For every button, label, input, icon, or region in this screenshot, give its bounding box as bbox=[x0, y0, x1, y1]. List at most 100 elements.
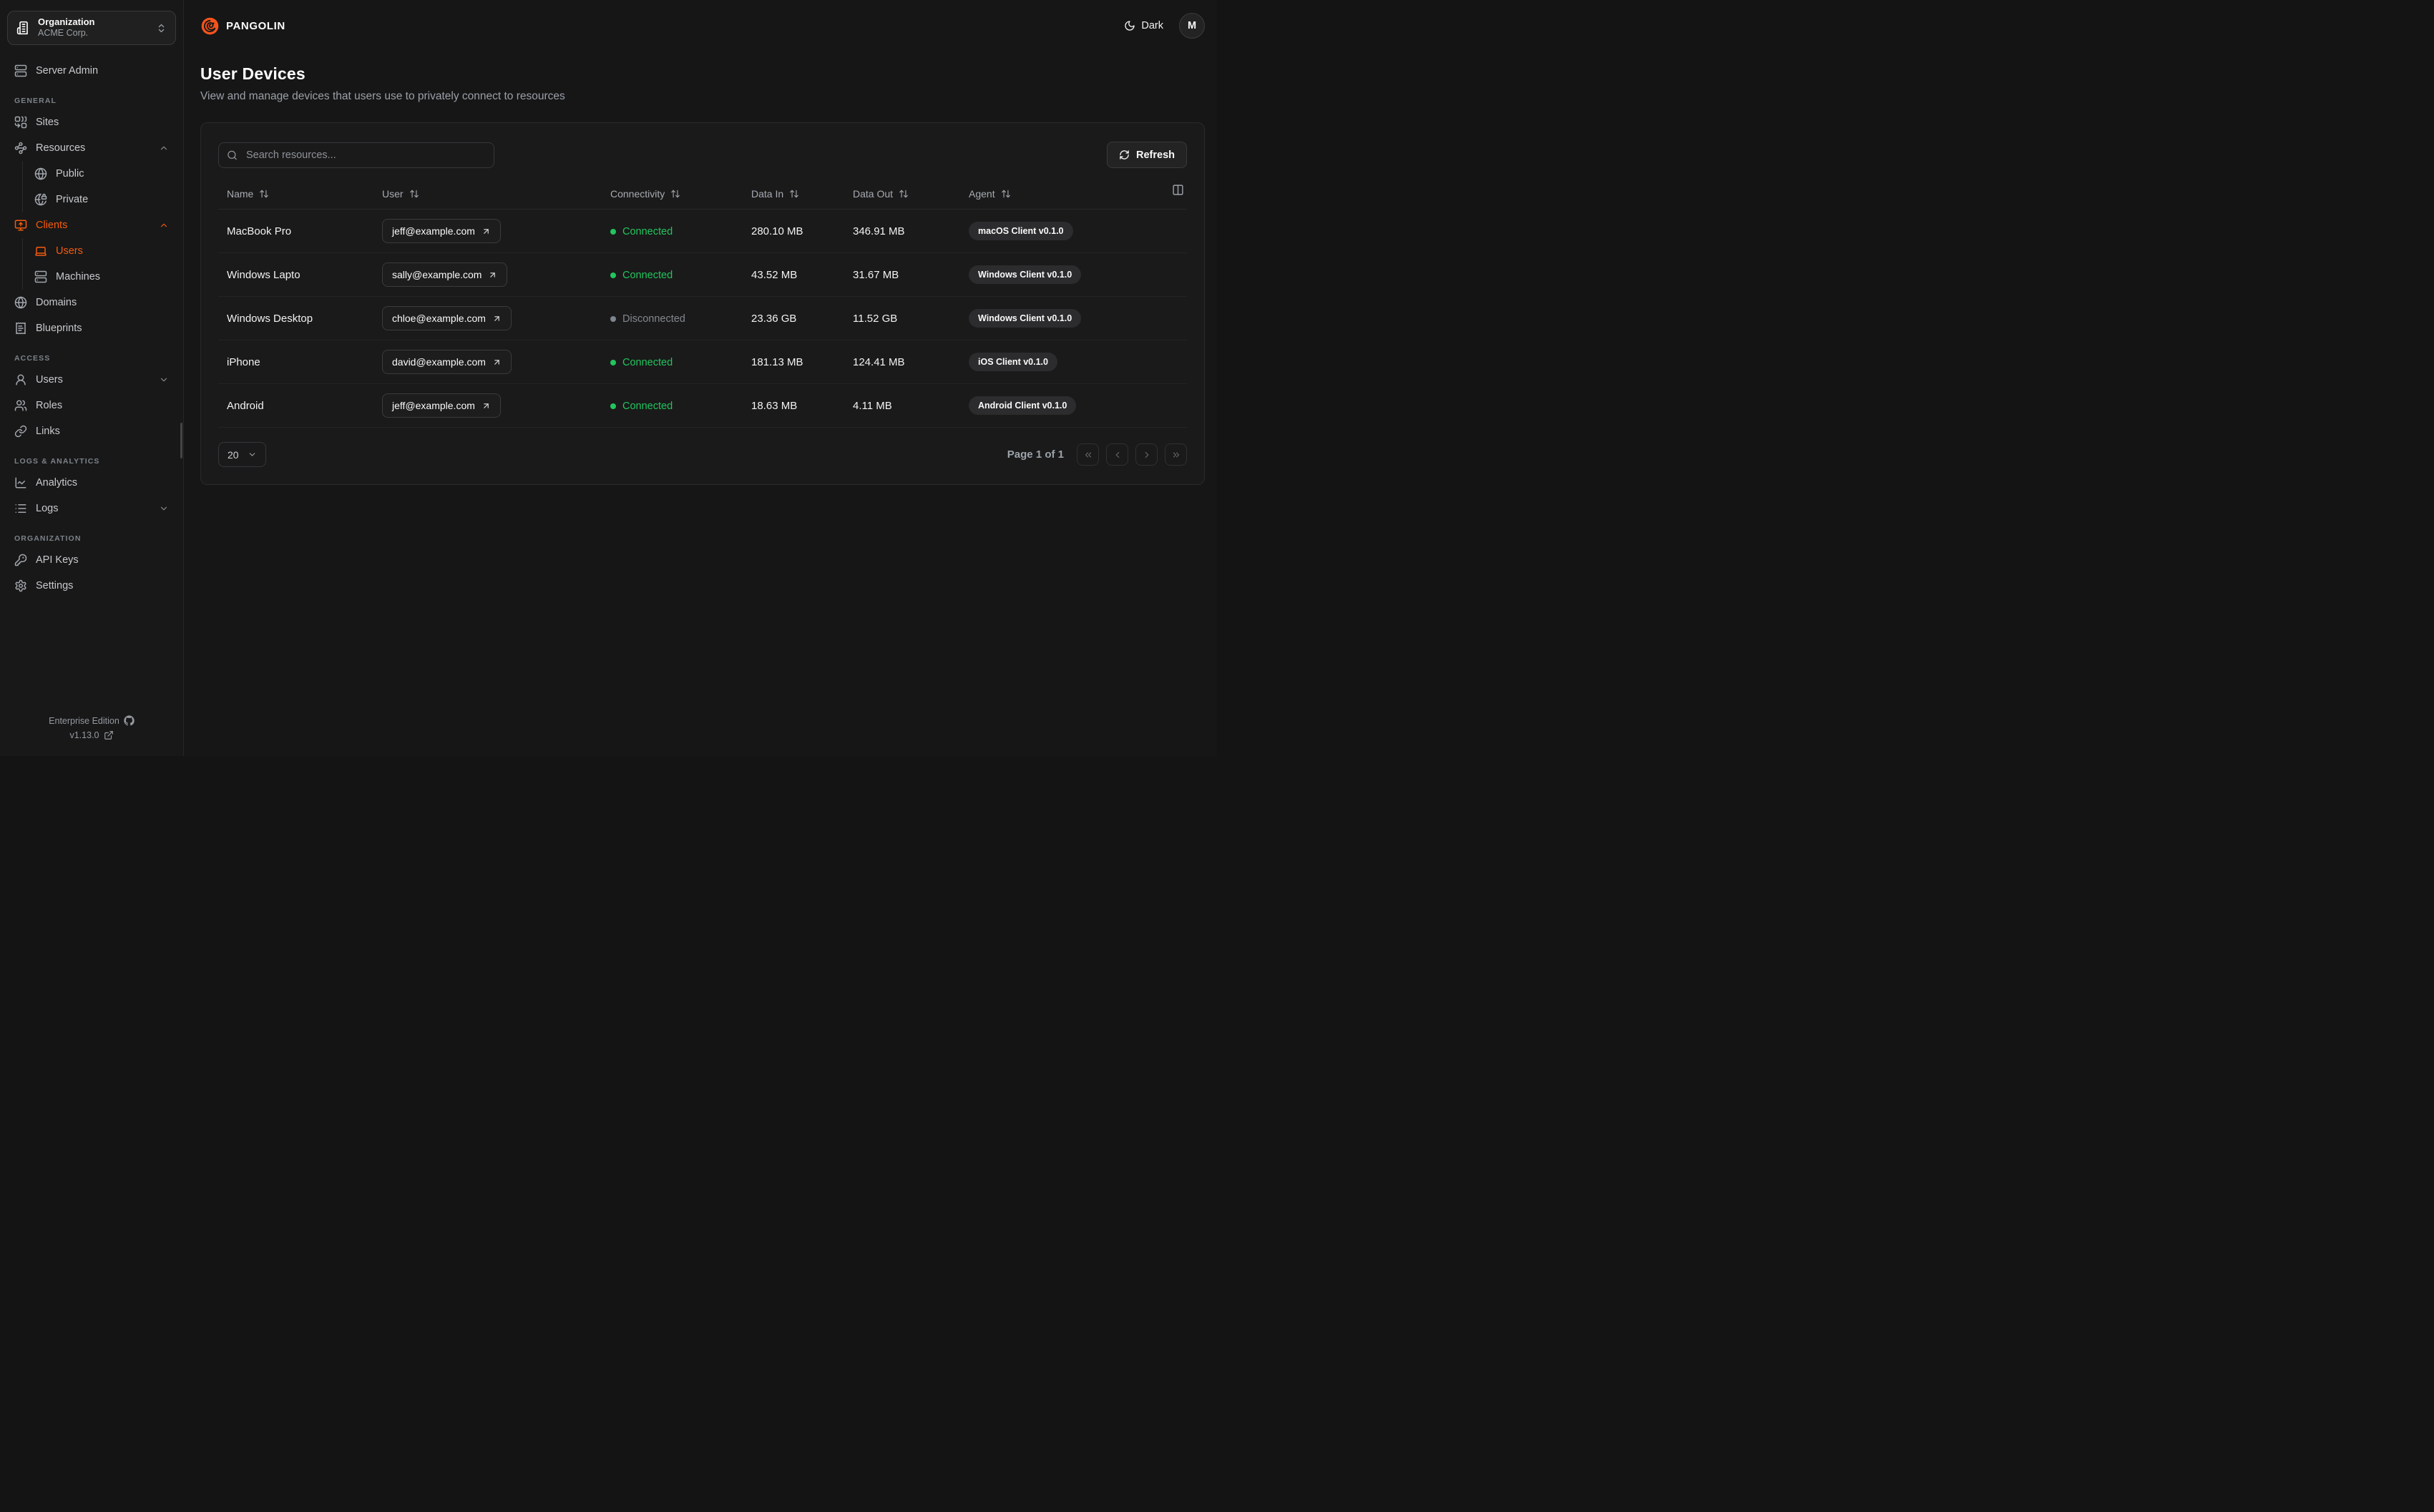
sidebar-item-public[interactable]: Public bbox=[27, 161, 176, 187]
sidebar-item-sites[interactable]: Sites bbox=[7, 109, 176, 135]
sidebar-item-settings[interactable]: Settings bbox=[7, 573, 176, 599]
column-header-user[interactable]: User bbox=[373, 188, 602, 200]
external-link-icon[interactable] bbox=[104, 730, 114, 740]
agent-badge: macOS Client v0.1.0 bbox=[969, 222, 1073, 240]
data-out-value: 346.91 MB bbox=[853, 225, 905, 237]
section-label-general: GENERAL bbox=[14, 97, 57, 105]
monitor-up-icon bbox=[14, 219, 27, 232]
arrow-up-right-icon bbox=[488, 270, 497, 280]
column-header-data-in[interactable]: Data In bbox=[743, 188, 844, 200]
next-page-button[interactable] bbox=[1135, 443, 1158, 466]
section-label-organization: ORGANIZATION bbox=[14, 534, 82, 543]
pangolin-logo-icon bbox=[200, 16, 220, 36]
table-row: Windows Desktop chloe@example.com Discon… bbox=[218, 297, 1187, 340]
device-name: Windows Desktop bbox=[227, 312, 313, 325]
refresh-label: Refresh bbox=[1136, 149, 1175, 161]
last-page-button[interactable] bbox=[1165, 443, 1187, 466]
columns-toggle-button[interactable] bbox=[1172, 184, 1184, 198]
device-name: MacBook Pro bbox=[227, 225, 292, 237]
status-dot bbox=[610, 403, 616, 409]
user-link-button[interactable]: jeff@example.com bbox=[382, 219, 501, 243]
section-label-access: ACCESS bbox=[14, 354, 51, 363]
column-header-agent[interactable]: Agent bbox=[960, 188, 1187, 200]
user-link-button[interactable]: david@example.com bbox=[382, 350, 512, 374]
search-input[interactable] bbox=[218, 142, 494, 168]
page-info: Page 1 of 1 bbox=[1007, 448, 1064, 461]
devices-card: Refresh Name User Connectivity Data In D… bbox=[200, 122, 1205, 485]
user-link-button[interactable]: sally@example.com bbox=[382, 262, 508, 287]
github-icon[interactable] bbox=[124, 715, 135, 726]
sidebar-item-clients[interactable]: Clients bbox=[7, 212, 176, 238]
sidebar-scrollbar-thumb[interactable] bbox=[180, 423, 182, 458]
sidebar-item-links[interactable]: Links bbox=[7, 418, 176, 444]
column-header-name[interactable]: Name bbox=[218, 188, 373, 200]
sidebar-item-label: Analytics bbox=[36, 477, 78, 489]
users-icon bbox=[14, 399, 27, 412]
agent-badge: Windows Client v0.1.0 bbox=[969, 265, 1082, 284]
main-content: PANGOLIN Dark M User Devices View and ma… bbox=[185, 0, 1217, 756]
arrow-up-right-icon bbox=[492, 358, 502, 367]
chevron-up-icon bbox=[159, 220, 169, 230]
key-icon bbox=[14, 554, 27, 566]
user-link-button[interactable]: chloe@example.com bbox=[382, 306, 512, 330]
sidebar-item-machines[interactable]: Machines bbox=[27, 264, 176, 290]
data-in-value: 43.52 MB bbox=[751, 268, 798, 281]
brand[interactable]: PANGOLIN bbox=[200, 16, 285, 36]
table-row: Windows Lapto sally@example.com Connecte… bbox=[218, 253, 1187, 297]
data-out-value: 31.67 MB bbox=[853, 268, 899, 281]
sidebar-item-label: Domains bbox=[36, 297, 77, 308]
org-selector[interactable]: Organization ACME Corp. bbox=[7, 11, 176, 45]
sidebar-item-server-admin[interactable]: Server Admin bbox=[7, 58, 176, 84]
sidebar-item-domains[interactable]: Domains bbox=[7, 290, 176, 315]
avatar[interactable]: M bbox=[1179, 13, 1205, 39]
card-toolbar: Refresh bbox=[218, 142, 1187, 168]
sidebar-item-roles[interactable]: Roles bbox=[7, 393, 176, 418]
sort-icon bbox=[259, 189, 269, 199]
chevron-left-icon bbox=[1113, 450, 1123, 460]
chevrons-left-icon bbox=[1083, 450, 1093, 460]
sidebar-item-private[interactable]: Private bbox=[27, 187, 176, 212]
column-header-data-out[interactable]: Data Out bbox=[844, 188, 960, 200]
user-link-button[interactable]: jeff@example.com bbox=[382, 393, 501, 418]
theme-label: Dark bbox=[1141, 20, 1163, 31]
globe-icon bbox=[14, 296, 27, 309]
topbar: PANGOLIN Dark M bbox=[185, 0, 1217, 39]
data-in-value: 280.10 MB bbox=[751, 225, 803, 237]
sidebar-item-blueprints[interactable]: Blueprints bbox=[7, 315, 176, 341]
sidebar: Organization ACME Corp. Server Admin GEN… bbox=[0, 0, 184, 756]
first-page-button[interactable] bbox=[1077, 443, 1099, 466]
column-header-connectivity[interactable]: Connectivity bbox=[602, 188, 743, 200]
sidebar-item-logs[interactable]: Logs bbox=[7, 496, 176, 521]
sidebar-item-api-keys[interactable]: API Keys bbox=[7, 547, 176, 573]
table-row: MacBook Pro jeff@example.com Connected 2… bbox=[218, 210, 1187, 253]
user-icon bbox=[14, 373, 27, 386]
sort-icon bbox=[670, 189, 680, 199]
data-out-value: 11.52 GB bbox=[853, 312, 898, 325]
sidebar-item-users[interactable]: Users bbox=[7, 367, 176, 393]
edition-label: Enterprise Edition bbox=[49, 715, 119, 726]
card-footer: 20 Page 1 of 1 bbox=[218, 442, 1187, 467]
link-icon bbox=[14, 425, 27, 438]
theme-toggle[interactable]: Dark bbox=[1124, 20, 1163, 31]
chevron-up-icon bbox=[159, 143, 169, 153]
sidebar-item-label: Sites bbox=[36, 117, 59, 128]
org-value: ACME Corp. bbox=[38, 28, 89, 39]
sidebar-item-label: Public bbox=[56, 168, 84, 180]
page-size-select[interactable]: 20 bbox=[218, 442, 266, 467]
prev-page-button[interactable] bbox=[1106, 443, 1128, 466]
device-name: Android bbox=[227, 399, 264, 412]
chevron-down-icon bbox=[159, 504, 169, 514]
sidebar-item-label: Server Admin bbox=[36, 65, 99, 77]
device-name: iPhone bbox=[227, 355, 260, 368]
sort-icon bbox=[409, 189, 419, 199]
status-dot bbox=[610, 359, 616, 365]
sidebar-item-label: Roles bbox=[36, 400, 63, 411]
refresh-button[interactable]: Refresh bbox=[1107, 142, 1187, 168]
agent-badge: Android Client v0.1.0 bbox=[969, 396, 1077, 415]
sidebar-item-users-devices[interactable]: Users bbox=[27, 238, 176, 264]
sidebar-item-resources[interactable]: Resources bbox=[7, 135, 176, 161]
refresh-icon bbox=[1119, 149, 1130, 160]
search-icon bbox=[227, 149, 238, 160]
sidebar-item-label: Resources bbox=[36, 142, 86, 154]
sidebar-item-analytics[interactable]: Analytics bbox=[7, 470, 176, 496]
